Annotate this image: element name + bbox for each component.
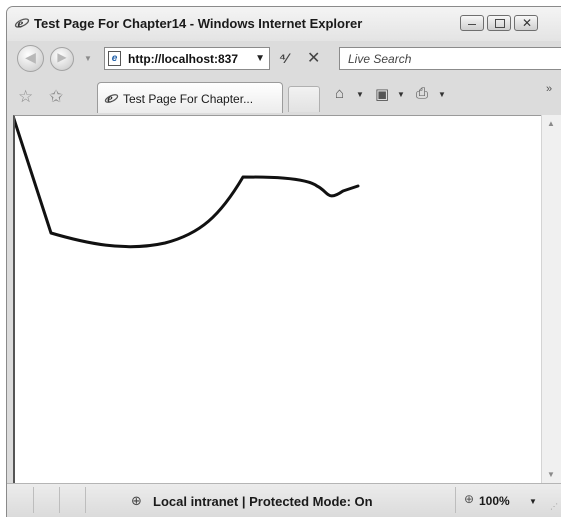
network-zone-icon: ⊕ [131,493,142,508]
zoom-icon: ⊕ [464,492,475,506]
zoom-dropdown-icon[interactable]: ▼ [529,497,537,506]
drawn-curve [15,117,360,249]
favorites-star-icon[interactable]: ☆ [18,87,33,107]
feeds-icon: ▣ [375,86,390,103]
page-content [13,115,541,483]
status-divider [33,487,34,513]
refresh-button[interactable]: ⁴⁄ [279,50,288,66]
status-bar: ⊕ Local intranet | Protected Mode: On ⊕ … [7,483,561,517]
home-dropdown-icon[interactable]: ▼ [356,90,364,99]
forward-arrow-icon: ▶ [57,50,67,64]
back-arrow-icon: ◀ [25,49,36,65]
status-divider [85,487,86,513]
maximize-button[interactable] [487,15,511,31]
address-url: http://localhost:837 [128,52,239,66]
scroll-down-arrow-icon[interactable]: ▼ [547,470,555,479]
forward-button[interactable]: ▶ [50,47,74,71]
ie-logo-icon: e [104,92,119,106]
navigation-bar: ◀ ▶ ▼ e http://localhost:837 ▼ ⁴⁄ ✕ [7,41,561,77]
recent-pages-dropdown[interactable]: ▼ [84,54,92,63]
home-icon: ⌂ [335,85,345,102]
address-field[interactable]: e http://localhost:837 ▼ [104,47,270,70]
back-button[interactable]: ◀ [17,45,44,72]
browser-window: e Test Page For Chapter14 - Windows Inte… [6,6,561,517]
svg-text:e: e [107,92,113,106]
maximize-icon [495,19,505,28]
more-tools-chevron-icon[interactable]: » [546,83,552,95]
print-dropdown-icon[interactable]: ▼ [438,90,446,99]
title-bar: e Test Page For Chapter14 - Windows Inte… [7,7,561,41]
window-title: Test Page For Chapter14 - Windows Intern… [34,16,363,31]
tab-test-page[interactable]: e Test Page For Chapter... [97,82,283,113]
stop-button[interactable]: ✕ [307,48,320,68]
close-icon: ✕ [522,16,533,30]
page-icon: e [108,51,121,66]
scroll-up-arrow-icon[interactable]: ▲ [547,119,555,128]
feeds-button[interactable]: ▣ [375,85,389,103]
drawn-curve-canvas [15,117,360,249]
ie-logo-icon: e [14,16,30,31]
security-zone-label[interactable]: Local intranet | Protected Mode: On [153,494,373,509]
print-icon: ⎙ [416,85,429,102]
status-divider [59,487,60,513]
feeds-dropdown-icon[interactable]: ▼ [397,90,405,99]
resize-grip-icon[interactable]: ⋰ [550,502,558,511]
status-divider [455,487,456,513]
vertical-scrollbar[interactable]: ▲ ▼ [541,115,561,483]
tab-toolbar: ☆ ✩ e Test Page For Chapter... ⌂ ▼ ▣ ▼ ⎙… [7,77,561,115]
print-button[interactable]: ⎙ [416,85,428,102]
search-input[interactable] [340,48,561,69]
add-favorites-icon[interactable]: ✩ [49,87,63,107]
new-tab-button[interactable] [288,86,320,112]
zoom-level[interactable]: 100% [479,494,510,508]
address-dropdown-icon[interactable]: ▼ [255,53,265,64]
tab-label: Test Page For Chapter... [123,92,254,106]
home-button[interactable]: ⌂ [335,85,344,102]
minimize-button[interactable] [460,15,484,31]
svg-text:e: e [18,16,24,31]
minimize-icon [468,24,476,26]
search-box[interactable] [339,47,561,70]
stop-icon: ✕ [307,50,321,67]
refresh-icon: ⁴⁄ [279,50,289,66]
close-button[interactable]: ✕ [514,15,538,31]
